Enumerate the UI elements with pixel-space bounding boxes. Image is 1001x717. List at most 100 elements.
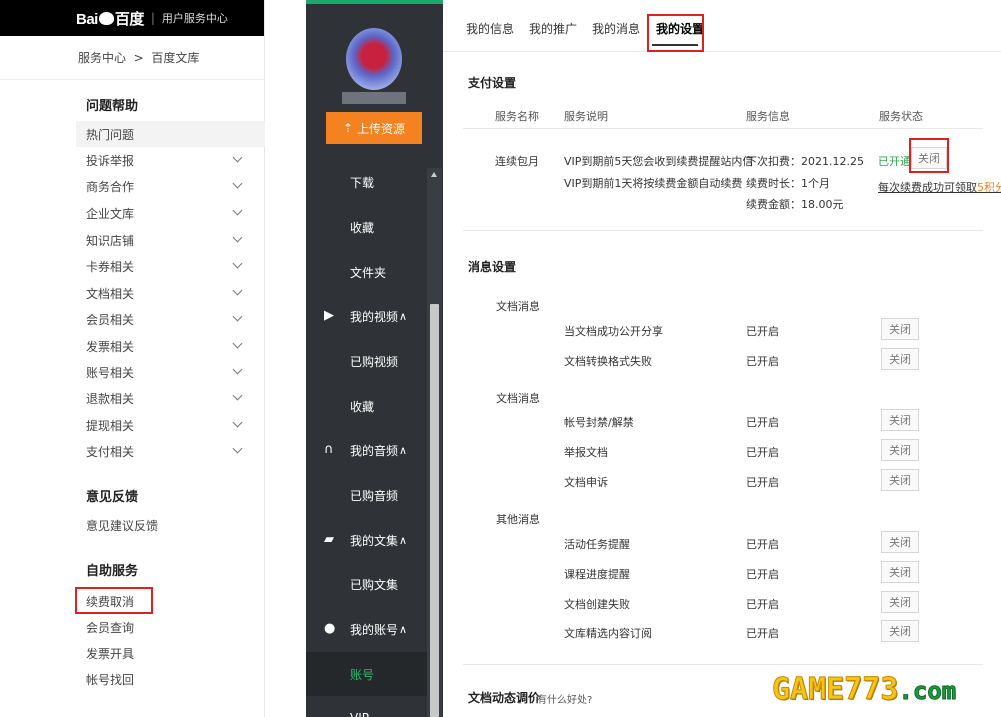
- next-charge-date: 下次扣费：2021.12.25: [746, 155, 864, 168]
- sidebar-item-label: 下载: [350, 175, 375, 190]
- headphones-icon: ∩: [324, 442, 334, 457]
- points-promo-link[interactable]: 每次续费成功可领取5积分: [878, 179, 1001, 195]
- service-desc-line1: VIP到期前5天您会收到续费提醒站内信: [564, 155, 754, 168]
- upload-button[interactable]: ⇡ 上传资源: [326, 112, 422, 144]
- user-icon: ●: [324, 621, 336, 636]
- help-item[interactable]: 商务合作: [76, 173, 265, 199]
- feedback-link[interactable]: 意见建议反馈: [76, 512, 265, 538]
- sidebar-scrollbar[interactable]: [427, 168, 442, 717]
- sidebar-item-label: 我的文集: [350, 533, 399, 548]
- sidebar-item[interactable]: ∩ 我的音频 ∧: [306, 428, 431, 472]
- help-item[interactable]: 退款相关: [76, 385, 265, 411]
- upload-icon: ⇡: [342, 121, 354, 135]
- tab-my-promotion[interactable]: 我的推广: [529, 20, 577, 37]
- scrollbar-thumb[interactable]: [430, 304, 439, 717]
- chevron-down-icon[interactable]: [232, 285, 243, 296]
- help-item[interactable]: 热门问题: [76, 121, 265, 147]
- col-service-info: 服务信息: [746, 110, 790, 123]
- sidebar-item[interactable]: 已购视频: [306, 339, 431, 383]
- message-close-button[interactable]: 关闭: [881, 439, 919, 461]
- help-item[interactable]: 投诉举报: [76, 147, 265, 173]
- sidebar-item-label: 账号: [350, 667, 375, 682]
- col-service-status: 服务状态: [879, 110, 923, 123]
- message-close-button[interactable]: 关闭: [881, 531, 919, 553]
- member-query-link[interactable]: 会员查询: [76, 614, 265, 640]
- sidebar-item[interactable]: 账号: [306, 652, 431, 696]
- help-item[interactable]: 卡券相关: [76, 253, 265, 279]
- help-header: Bai 百度 | 用户服务中心: [0, 0, 264, 36]
- renew-amount: 续费金额：18.00元: [746, 198, 844, 211]
- video-icon: ▶: [324, 308, 334, 323]
- renew-duration: 续费时长：1个月: [746, 177, 830, 190]
- breadcrumb-current[interactable]: 百度文库: [151, 49, 199, 66]
- avatar[interactable]: [346, 28, 402, 90]
- sidebar-item[interactable]: 已购文集: [306, 562, 431, 606]
- breadcrumb-home[interactable]: 服务中心: [78, 49, 126, 66]
- sidebar-item[interactable]: ▰ 我的文集 ∧: [306, 518, 431, 562]
- col-service-name: 服务名称: [495, 110, 539, 123]
- message-close-button[interactable]: 关闭: [881, 318, 919, 340]
- sidebar-item[interactable]: 收藏: [306, 384, 431, 428]
- sidebar-item-label: VIP: [350, 711, 369, 717]
- tab-bar: 我的信息 我的推广 我的消息 我的设置: [443, 0, 1001, 52]
- chevron-up-icon: ∧: [399, 443, 408, 457]
- dynamic-pricing-help[interactable]: 有什么好处?: [537, 691, 592, 706]
- help-item[interactable]: 账号相关: [76, 359, 265, 385]
- message-setting-name: 举报文档: [564, 446, 608, 459]
- chevron-down-icon[interactable]: [232, 443, 243, 454]
- invoice-link[interactable]: 发票开具: [76, 640, 265, 666]
- help-item[interactable]: 会员相关: [76, 306, 265, 332]
- message-setting-state: 已开启: [746, 416, 779, 429]
- help-item[interactable]: 支付相关: [76, 438, 265, 464]
- chevron-down-icon[interactable]: [232, 258, 243, 269]
- watermark-logo: GAME773.com: [771, 672, 957, 708]
- chevron-down-icon[interactable]: [232, 152, 243, 163]
- message-close-button[interactable]: 关闭: [881, 409, 919, 431]
- help-item[interactable]: 提现相关: [76, 412, 265, 438]
- tab-my-messages[interactable]: 我的消息: [592, 20, 640, 37]
- sidebar-item[interactable]: ● 我的账号 ∧: [306, 607, 431, 651]
- help-item[interactable]: 发票相关: [76, 333, 265, 359]
- chevron-down-icon[interactable]: [232, 311, 243, 322]
- message-close-button[interactable]: 关闭: [881, 591, 919, 613]
- service-desc-line2: VIP到期前1天将按续费金额自动续费: [564, 177, 743, 190]
- chevron-down-icon[interactable]: [232, 390, 243, 401]
- message-close-button[interactable]: 关闭: [881, 561, 919, 583]
- sidebar-item[interactable]: 文件夹: [306, 250, 431, 294]
- service-center-title: 用户服务中心: [161, 12, 228, 25]
- message-setting-state: 已开启: [746, 355, 779, 368]
- chevron-down-icon[interactable]: [232, 364, 243, 375]
- message-close-button[interactable]: 关闭: [881, 620, 919, 642]
- sidebar-item[interactable]: 收藏: [306, 205, 431, 249]
- sidebar-item-label: 已购视频: [350, 354, 399, 369]
- message-close-button[interactable]: 关闭: [881, 348, 919, 370]
- chevron-down-icon[interactable]: [232, 205, 243, 216]
- chevron-down-icon[interactable]: [232, 178, 243, 189]
- help-item[interactable]: 知识店铺: [76, 227, 265, 253]
- highlight-box: [75, 587, 153, 614]
- section-title-help: 问题帮助: [86, 99, 139, 114]
- chevron-up-icon: ∧: [399, 309, 408, 323]
- message-setting-state: 已开启: [746, 598, 779, 611]
- help-item[interactable]: 企业文库: [76, 200, 265, 226]
- message-setting-name: 课程进度提醒: [564, 568, 630, 581]
- sidebar-item[interactable]: 已购音频: [306, 473, 431, 517]
- account-recovery-link[interactable]: 帐号找回: [76, 666, 265, 692]
- message-setting-state: 已开启: [746, 325, 779, 338]
- message-close-button[interactable]: 关闭: [881, 469, 919, 491]
- scroll-up-icon[interactable]: [431, 172, 437, 177]
- username-blurred: [342, 92, 406, 104]
- message-setting-state: 已开启: [746, 538, 779, 551]
- chevron-down-icon[interactable]: [232, 232, 243, 243]
- tab-my-info[interactable]: 我的信息: [466, 20, 514, 37]
- sidebar-item[interactable]: 下载: [306, 160, 431, 204]
- sidebar-item[interactable]: ▶ 我的视频 ∧: [306, 294, 431, 338]
- baidu-logo[interactable]: Bai 百度: [76, 8, 144, 29]
- dynamic-pricing-title: 文档动态调价: [468, 691, 541, 705]
- chevron-down-icon[interactable]: [232, 338, 243, 349]
- sidebar-item-label: 我的音频: [350, 443, 399, 458]
- help-item[interactable]: 文档相关: [76, 280, 265, 306]
- sidebar-item[interactable]: VIP: [306, 696, 431, 717]
- chevron-down-icon[interactable]: [232, 417, 243, 428]
- sidebar-item-label: 已购文集: [350, 577, 399, 592]
